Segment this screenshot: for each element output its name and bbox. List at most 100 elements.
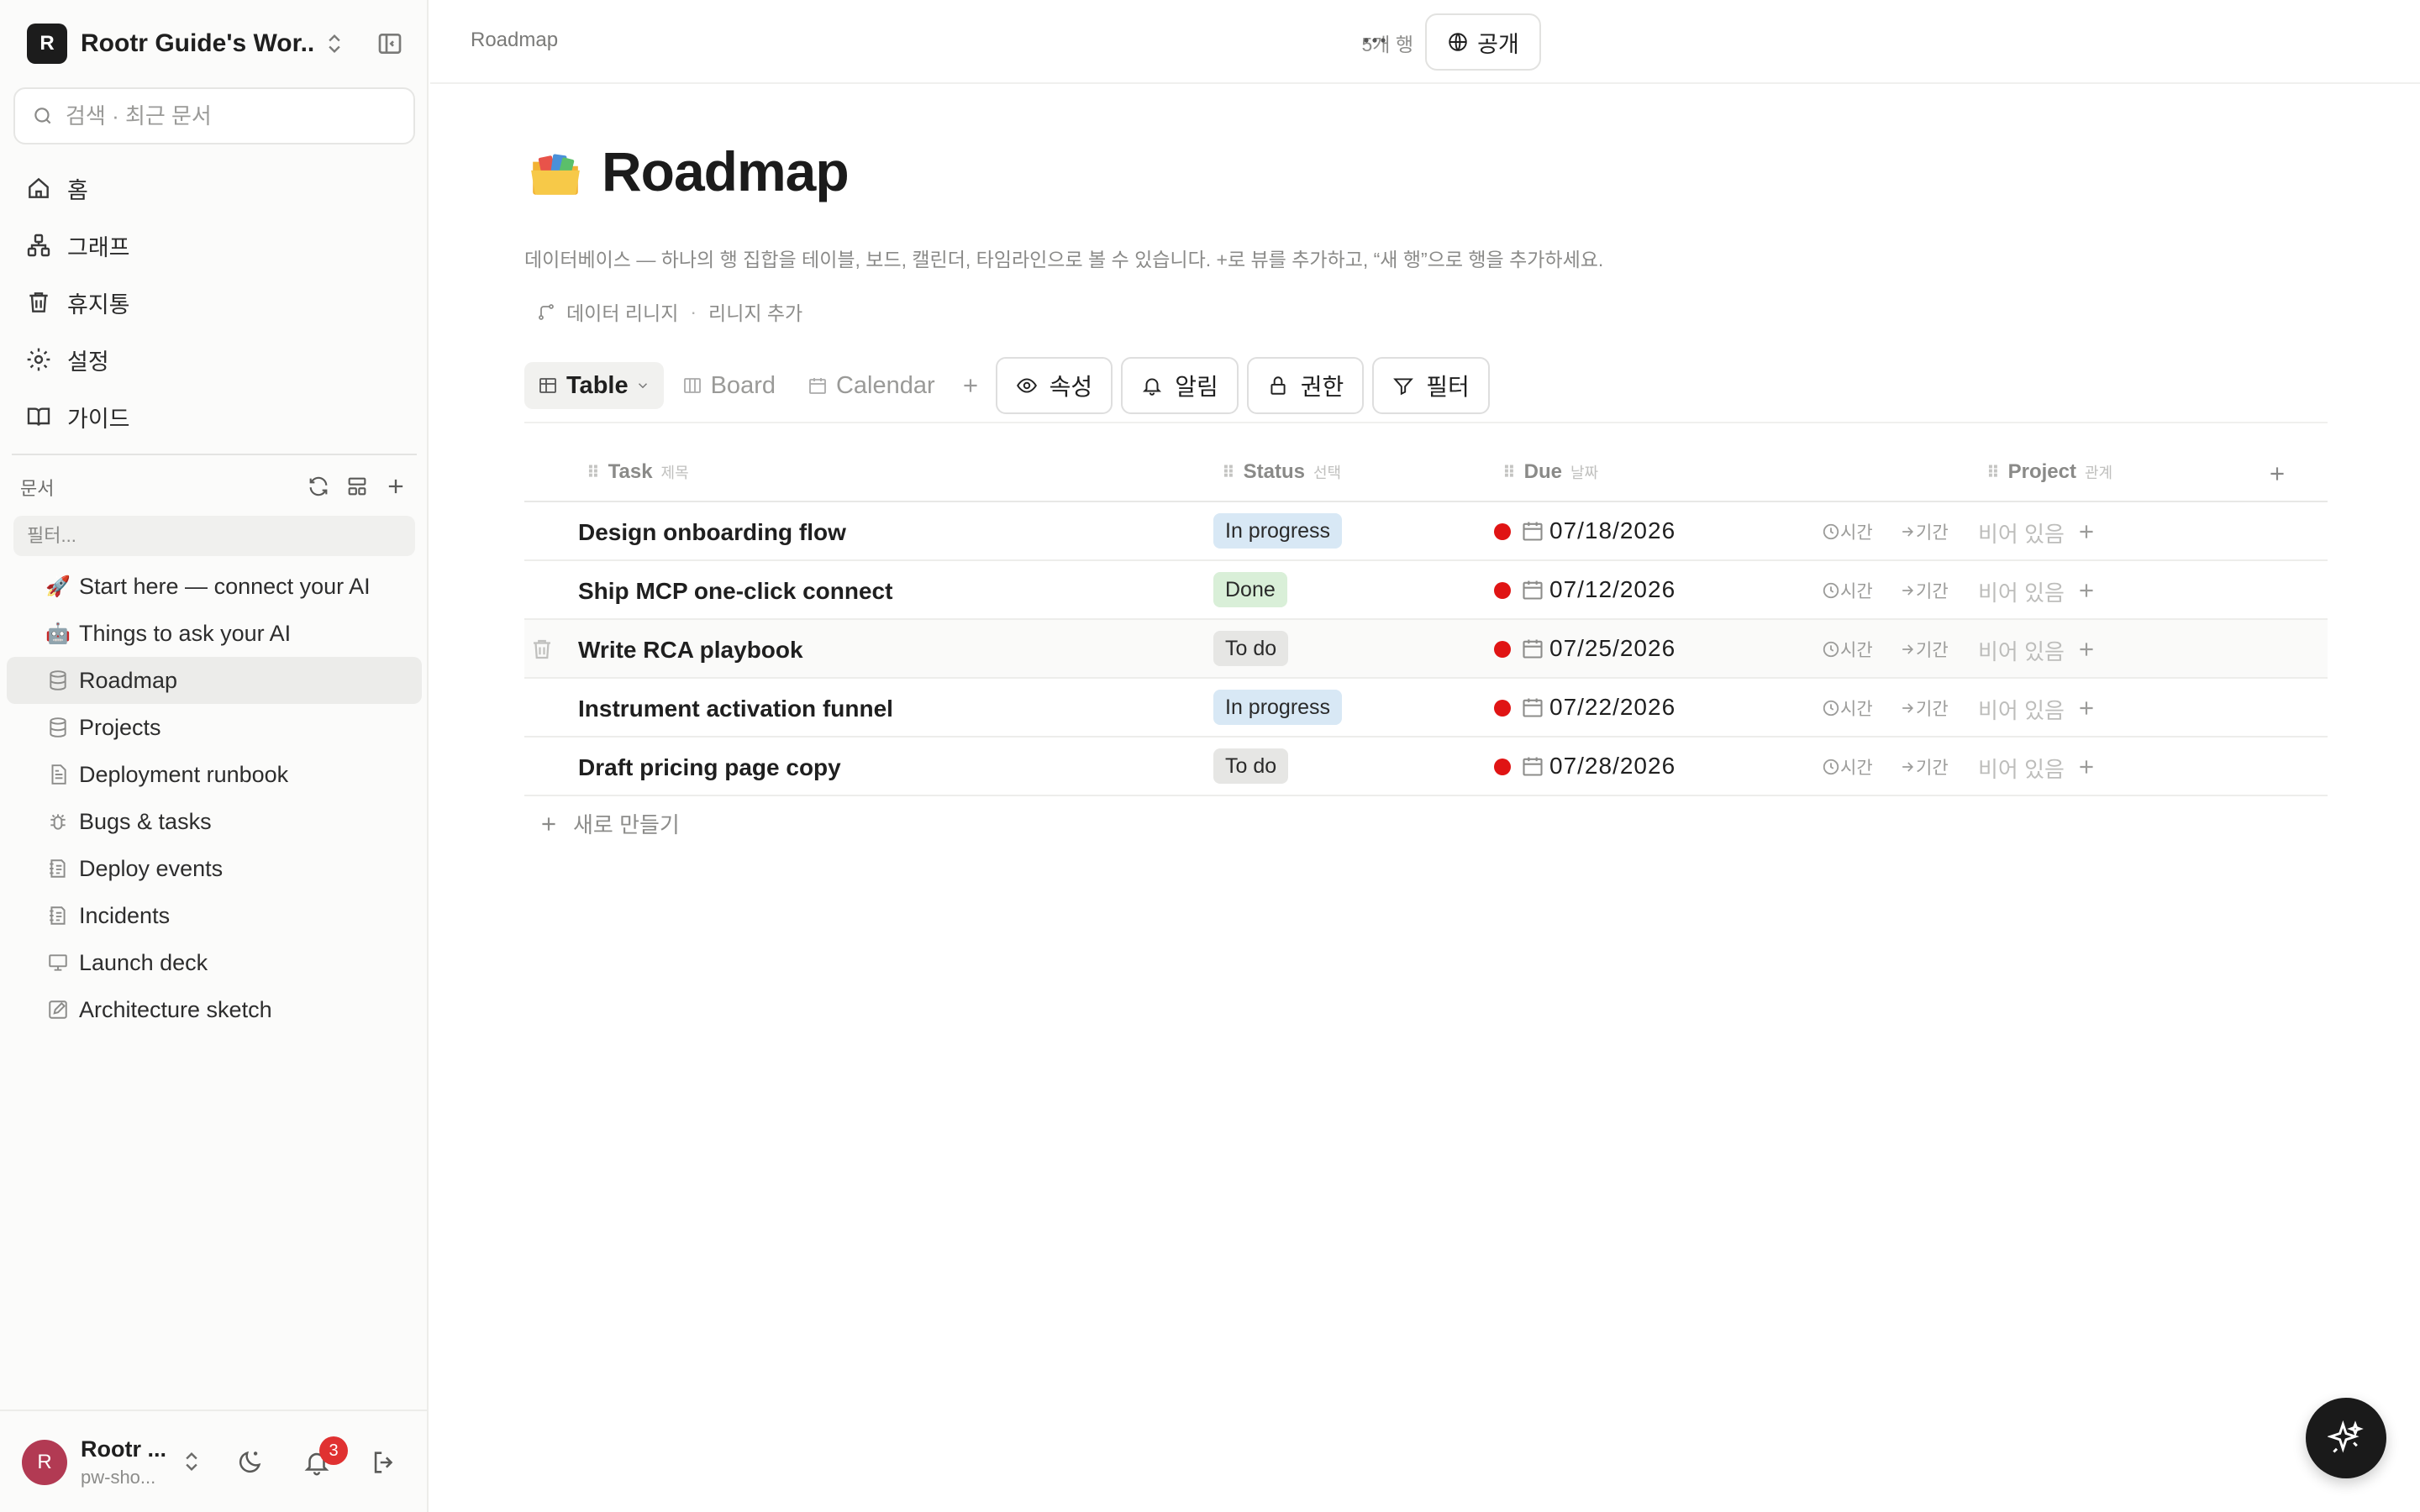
column-header-due[interactable]: ⠿ Due 날짜 — [1502, 460, 1598, 484]
add-column-button[interactable] — [2264, 460, 2291, 487]
due-date[interactable]: 07/22/2026 — [1549, 694, 1676, 721]
status-badge[interactable]: To do — [1213, 748, 1289, 784]
column-header-task[interactable]: ⠿ Task 제목 — [587, 460, 689, 484]
doc-item[interactable]: Deploy events — [7, 845, 422, 892]
tab-board[interactable]: Board — [669, 362, 789, 409]
properties-button[interactable]: 속성 — [995, 357, 1113, 414]
public-button[interactable]: 공개 — [1425, 13, 1541, 71]
task-cell[interactable]: Ship MCP one-click connect — [578, 578, 892, 605]
status-badge[interactable]: In progress — [1213, 513, 1343, 549]
permissions-button[interactable]: 권한 — [1246, 357, 1365, 414]
range-toggle[interactable]: 기간 — [1899, 519, 1949, 544]
task-cell[interactable]: Design onboarding flow — [578, 519, 846, 546]
add-doc-icon[interactable] — [383, 474, 408, 499]
new-row-button[interactable]: 새로 만들기 — [538, 808, 680, 839]
doc-item[interactable]: 🤖 Things to ask your AI — [7, 610, 422, 657]
drag-handle-icon[interactable]: ⠿ — [1986, 462, 2000, 483]
due-date[interactable]: 07/18/2026 — [1549, 517, 1676, 544]
chevron-updown-icon[interactable] — [323, 32, 346, 55]
breadcrumb[interactable]: Roadmap — [471, 29, 558, 52]
filter-button[interactable]: 필터 — [1372, 357, 1490, 414]
doc-item[interactable]: 🚀 Start here — connect your AI — [7, 563, 422, 610]
chevron-updown-icon[interactable] — [180, 1450, 203, 1473]
add-view-button[interactable] — [954, 362, 987, 409]
folder-icon[interactable] — [528, 146, 583, 202]
doc-item[interactable]: Launch deck — [7, 939, 422, 986]
project-empty[interactable]: 비어 있음 — [1978, 635, 2065, 666]
table-row[interactable]: Design onboarding flow In progress 07/18… — [524, 502, 2328, 561]
due-date[interactable]: 07/12/2026 — [1549, 576, 1676, 603]
column-header-status[interactable]: ⠿ Status 선택 — [1222, 460, 1341, 484]
due-date[interactable]: 07/28/2026 — [1549, 753, 1676, 780]
clock-icon — [1823, 700, 1839, 717]
drag-handle-icon[interactable]: ⠿ — [1502, 462, 1516, 483]
logout-icon[interactable] — [370, 1448, 398, 1477]
drag-handle-icon[interactable]: ⠿ — [587, 462, 600, 483]
time-toggle[interactable]: 시간 — [1822, 519, 1873, 544]
time-toggle[interactable]: 시간 — [1822, 754, 1873, 780]
project-empty[interactable]: 비어 있음 — [1978, 517, 2065, 549]
task-cell[interactable]: Instrument activation funnel — [578, 696, 893, 722]
doc-item-active[interactable]: Roadmap — [7, 657, 422, 704]
table-row[interactable]: Draft pricing page copy To do 07/28/2026… — [524, 738, 2328, 796]
doc-item[interactable]: Architecture sketch — [7, 986, 422, 1033]
column-header-project[interactable]: ⠿ Project 관계 — [1986, 460, 2112, 484]
more-button[interactable] — [1356, 25, 1393, 55]
refresh-icon[interactable] — [306, 474, 331, 499]
table-row[interactable]: Write RCA playbook To do 07/25/2026 시간 기… — [524, 620, 2328, 679]
plus-icon[interactable] — [2075, 756, 2097, 778]
sidebar-collapse-icon[interactable] — [376, 30, 403, 57]
lineage-add-link[interactable]: 리니지 추가 — [708, 297, 802, 326]
plus-icon[interactable] — [2075, 697, 2097, 719]
due-date[interactable]: 07/25/2026 — [1549, 635, 1676, 662]
template-icon[interactable] — [345, 474, 370, 499]
page-title[interactable]: Roadmap — [602, 139, 850, 203]
range-toggle[interactable]: 기간 — [1899, 578, 1949, 603]
nav-label: 설정 — [67, 349, 109, 375]
tab-table[interactable]: Table — [524, 362, 664, 409]
theme-toggle-icon[interactable] — [235, 1448, 264, 1477]
range-toggle[interactable]: 기간 — [1899, 696, 1949, 721]
alerts-button[interactable]: 알림 — [1121, 357, 1239, 414]
time-toggle[interactable]: 시간 — [1822, 696, 1873, 721]
project-empty[interactable]: 비어 있음 — [1978, 576, 2065, 607]
nav-item-home[interactable]: 홈 — [13, 160, 415, 217]
time-toggle[interactable]: 시간 — [1822, 637, 1873, 662]
docs-filter[interactable] — [13, 516, 415, 556]
doc-item[interactable]: Incidents — [7, 892, 422, 939]
plus-icon — [2270, 467, 2284, 480]
search-input[interactable] — [66, 102, 385, 129]
status-badge[interactable]: Done — [1213, 572, 1287, 607]
time-label: 시간 — [1840, 523, 1873, 543]
project-empty[interactable]: 비어 있음 — [1978, 753, 2065, 784]
nav-item-settings[interactable]: 설정 — [13, 331, 415, 388]
doc-item[interactable]: Projects — [7, 704, 422, 751]
ai-assistant-button[interactable] — [2306, 1398, 2386, 1478]
table-row[interactable]: Instrument activation funnel In progress… — [524, 679, 2328, 738]
range-toggle[interactable]: 기간 — [1899, 754, 1949, 780]
avatar[interactable]: R — [22, 1440, 67, 1485]
drag-handle-icon[interactable]: ⠿ — [1222, 462, 1235, 483]
status-badge[interactable]: To do — [1213, 631, 1289, 666]
plus-icon[interactable] — [2075, 638, 2097, 660]
task-cell[interactable]: Write RCA playbook — [578, 637, 803, 664]
workspace-switcher[interactable]: R Rootr Guide's Wor... — [27, 24, 405, 64]
plus-icon[interactable] — [2075, 521, 2097, 543]
trash-icon[interactable] — [529, 637, 555, 662]
doc-label: Deployment runbook — [79, 761, 289, 787]
plus-icon[interactable] — [2075, 580, 2097, 601]
table-row[interactable]: Ship MCP one-click connect Done 07/12/20… — [524, 561, 2328, 620]
doc-item[interactable]: Deployment runbook — [7, 751, 422, 798]
docs-filter-input[interactable] — [27, 525, 397, 547]
time-toggle[interactable]: 시간 — [1822, 578, 1873, 603]
search-box[interactable] — [13, 87, 415, 144]
task-cell[interactable]: Draft pricing page copy — [578, 754, 841, 781]
project-empty[interactable]: 비어 있음 — [1978, 694, 2065, 725]
status-badge[interactable]: In progress — [1213, 690, 1343, 725]
nav-item-guide[interactable]: 가이드 — [13, 388, 415, 445]
nav-item-trash[interactable]: 휴지통 — [13, 274, 415, 331]
tab-calendar[interactable]: Calendar — [794, 362, 949, 409]
doc-item[interactable]: Bugs & tasks — [7, 798, 422, 845]
nav-item-graph[interactable]: 그래프 — [13, 217, 415, 274]
range-toggle[interactable]: 기간 — [1899, 637, 1949, 662]
